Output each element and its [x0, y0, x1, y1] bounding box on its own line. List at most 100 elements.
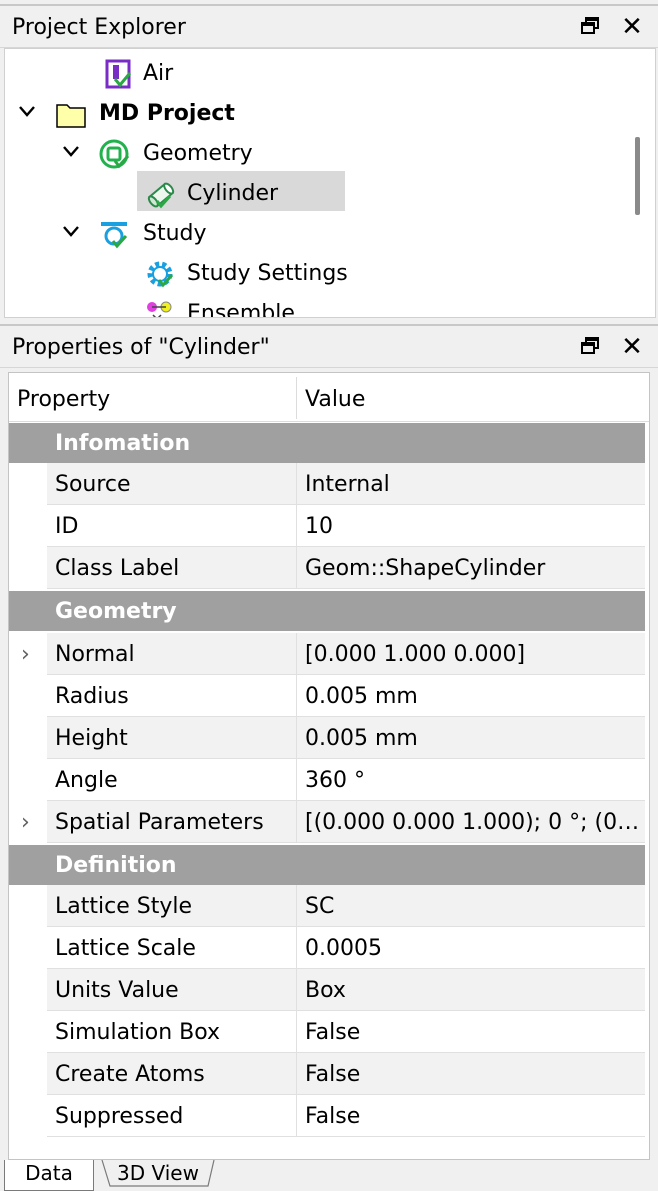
cylinder-icon — [145, 179, 175, 209]
column-header-property[interactable]: Property — [17, 387, 110, 413]
property-row-class-label[interactable]: Class Label Geom::ShapeCylinder — [47, 547, 645, 589]
ensemble-icon — [145, 299, 175, 317]
property-row-create-atoms[interactable]: Create Atoms False — [47, 1053, 645, 1095]
property-row-simulation-box[interactable]: Simulation Box False — [47, 1011, 645, 1053]
property-row-lattice-scale[interactable]: Lattice Scale 0.0005 — [47, 927, 645, 969]
column-divider — [296, 1011, 297, 1053]
property-value[interactable]: 0.0005 — [305, 936, 641, 962]
property-row-units-value[interactable]: Units Value Box — [47, 969, 645, 1011]
property-row-radius[interactable]: Radius 0.005 mm — [47, 675, 645, 717]
tab-label: 3D View — [117, 1161, 199, 1185]
column-divider — [296, 801, 297, 843]
column-divider — [296, 927, 297, 969]
property-key: Radius — [55, 684, 129, 709]
float-panel-icon[interactable] — [578, 14, 604, 40]
material-icon — [103, 59, 133, 89]
property-row-height[interactable]: Height 0.005 mm — [47, 717, 645, 759]
property-value[interactable]: False — [305, 1104, 641, 1130]
property-value[interactable]: Box — [305, 978, 641, 1004]
column-header-value[interactable]: Value — [305, 387, 365, 413]
chevron-down-icon[interactable] — [61, 141, 81, 161]
tree-item-label: Cylinder — [187, 181, 279, 206]
column-divider — [296, 969, 297, 1011]
tab-data[interactable]: Data — [4, 1160, 94, 1191]
property-row-normal[interactable]: Normal [0.000 1.000 0.000] — [47, 633, 645, 675]
property-value[interactable]: False — [305, 1020, 641, 1046]
tree-scrollbar[interactable] — [635, 137, 640, 215]
tree-item-label: Study Settings — [187, 261, 348, 286]
property-key: Class Label — [55, 556, 180, 581]
gear-icon — [145, 259, 175, 289]
close-panel-icon[interactable]: ✕ — [619, 334, 645, 360]
property-value[interactable]: SC — [305, 894, 641, 920]
property-grid: Property Value Infomation Source Internal… — [8, 372, 650, 1160]
tree-item-geometry[interactable]: Geometry — [5, 133, 629, 173]
property-key: Suppressed — [55, 1104, 184, 1129]
property-row-suppressed[interactable]: Suppressed False — [47, 1095, 645, 1137]
group-header-definition[interactable]: Definition — [9, 845, 645, 885]
tree-item-label: Ensemble — [187, 301, 295, 318]
group-header-infomation[interactable]: Infomation — [9, 423, 645, 463]
property-value[interactable]: 0.005 mm — [305, 726, 641, 752]
property-key: Simulation Box — [55, 1020, 221, 1045]
property-row-id[interactable]: ID 10 — [47, 505, 645, 547]
chevron-down-icon[interactable] — [17, 101, 37, 121]
folder-icon — [55, 99, 86, 129]
column-divider — [296, 633, 297, 675]
column-divider — [296, 463, 297, 505]
close-panel-icon[interactable]: ✕ — [619, 14, 645, 40]
property-key: Angle — [55, 768, 118, 793]
chevron-right-icon[interactable]: › — [21, 812, 39, 834]
property-key: Height — [55, 726, 128, 751]
property-key: ID — [55, 514, 79, 539]
column-divider — [296, 1053, 297, 1095]
group-label: Infomation — [55, 431, 191, 456]
group-label: Definition — [55, 853, 177, 878]
chevron-down-icon[interactable] — [61, 221, 81, 241]
chevron-right-icon[interactable]: › — [21, 644, 39, 666]
tree-item-label: MD Project — [99, 101, 235, 126]
geometry-icon — [99, 139, 130, 169]
property-row-angle[interactable]: Angle 360 ° — [47, 759, 645, 801]
tree-item-md-project[interactable]: MD Project — [5, 93, 629, 133]
property-key: Create Atoms — [55, 1062, 205, 1087]
tab-3d-view[interactable]: 3D View — [100, 1160, 216, 1190]
property-value[interactable]: Geom::ShapeCylinder — [305, 556, 641, 582]
column-divider — [296, 505, 297, 547]
column-divider — [296, 547, 297, 589]
column-divider — [296, 1095, 297, 1137]
tree-item-label: Air — [143, 61, 174, 86]
property-key: Units Value — [55, 978, 179, 1003]
property-value[interactable]: [(0.000 0.000 1.000); 0 °; (0 -0.... — [305, 810, 641, 836]
properties-title-bar: Properties of "Cylinder" ✕ — [0, 324, 658, 368]
property-key: Source — [55, 472, 131, 497]
property-value[interactable]: 10 — [305, 514, 641, 540]
property-row-source[interactable]: Source Internal — [47, 463, 645, 505]
explorer-title: Project Explorer — [12, 15, 186, 40]
float-panel-icon[interactable] — [578, 334, 604, 360]
property-key: Normal — [55, 642, 135, 667]
tree-item-cylinder[interactable]: Cylinder — [5, 173, 629, 213]
tree-item-study-settings[interactable]: Study Settings — [5, 253, 629, 293]
tree-item-label: Study — [143, 221, 207, 246]
property-value[interactable]: 360 ° — [305, 768, 641, 794]
group-label: Geometry — [55, 599, 177, 624]
property-value[interactable]: Internal — [305, 472, 641, 498]
column-divider — [296, 675, 297, 717]
explorer-title-bar: Project Explorer ✕ — [0, 4, 658, 48]
property-key: Spatial Parameters — [55, 810, 264, 835]
property-row-lattice-style[interactable]: Lattice Style SC — [47, 885, 645, 927]
project-tree[interactable]: Air MD Project Geometry Cylinder Study S… — [4, 48, 656, 318]
column-divider — [296, 885, 297, 927]
property-value[interactable]: 0.005 mm — [305, 684, 641, 710]
tree-item-study[interactable]: Study — [5, 213, 629, 253]
property-row-spatial-parameters[interactable]: Spatial Parameters [(0.000 0.000 1.000); … — [47, 801, 645, 843]
property-key: Lattice Scale — [55, 936, 196, 961]
property-value[interactable]: False — [305, 1062, 641, 1088]
study-icon — [99, 219, 129, 249]
tree-item-air[interactable]: Air — [5, 53, 629, 93]
property-value[interactable]: [0.000 1.000 0.000] — [305, 642, 641, 668]
column-divider[interactable] — [296, 377, 297, 419]
group-header-geometry[interactable]: Geometry — [9, 591, 645, 631]
tree-item-ensemble[interactable]: Ensemble — [5, 293, 629, 318]
